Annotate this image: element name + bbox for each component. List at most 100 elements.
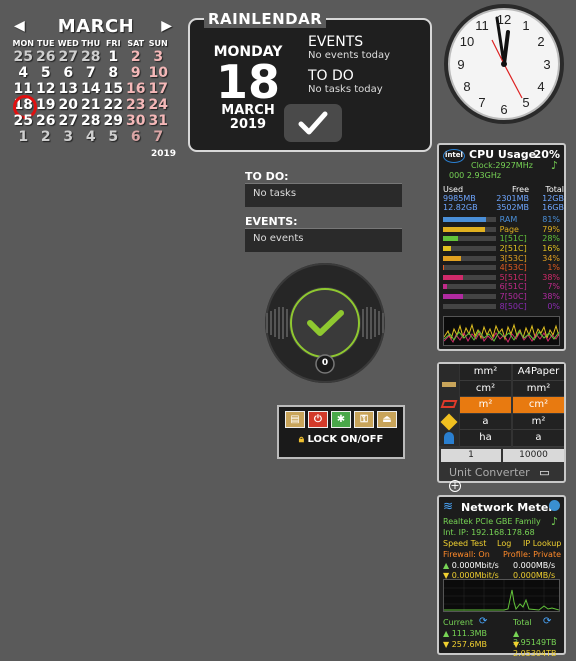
unit-input-to[interactable]: 10000 <box>503 449 564 462</box>
network-history-graph <box>443 579 560 612</box>
round-status-widget[interactable]: 0 <box>265 263 385 383</box>
calendar-day[interactable]: 6 <box>57 65 80 81</box>
calendar-day[interactable]: 7 <box>80 65 103 81</box>
unit-option[interactable]: A4Paper <box>513 364 564 381</box>
rainlendar-todo-section[interactable]: TO DO No tasks today <box>308 68 383 95</box>
calendar-day[interactable]: 15 <box>102 81 125 97</box>
calendar-day[interactable]: 5 <box>35 65 58 81</box>
ram-total: 12GB <box>542 194 564 203</box>
add-icon[interactable]: + <box>449 480 461 492</box>
area-icon[interactable] <box>440 400 458 408</box>
calendar-day[interactable]: 4 <box>80 129 103 145</box>
log-link[interactable]: Log <box>497 539 511 548</box>
calendar-day[interactable]: 16 <box>125 81 148 97</box>
refresh-current-icon[interactable]: ⟳ <box>479 616 487 627</box>
music-note-icon[interactable]: ♪ <box>551 159 558 172</box>
unit-to-list[interactable]: A4Paper mm² cm² m² a <box>513 364 564 447</box>
rainlendar-date-block: MONDAY 18 MARCH 2019 <box>202 44 294 132</box>
unit-option[interactable]: m² <box>513 413 564 430</box>
speed-test-link[interactable]: Speed Test <box>443 539 486 548</box>
calendar-day[interactable]: 21 <box>80 97 103 113</box>
calendar-day[interactable]: 27 <box>57 49 80 65</box>
folder-icon[interactable]: ▤ <box>285 411 305 428</box>
calendar-day[interactable]: 26 <box>35 49 58 65</box>
events-panel-body[interactable]: No events <box>245 228 402 252</box>
calendar-day[interactable]: 5 <box>102 129 125 145</box>
calendar-day[interactable]: 30 <box>125 113 148 129</box>
gear-icon[interactable]: ✱ <box>331 411 351 428</box>
calendar-day[interactable]: 26 <box>35 113 58 129</box>
chat-icon[interactable]: ▭ <box>539 466 549 479</box>
calendar-day[interactable]: 27 <box>57 113 80 129</box>
calendar-day[interactable]: 25 <box>12 113 35 129</box>
unit-option[interactable]: ha <box>460 430 511 447</box>
lock-widget: ▤ ⏻ ✱ ⚿ ⏏ 🔒︎ LOCK ON/OFF <box>277 405 405 459</box>
calendar-day[interactable]: 2 <box>35 129 58 145</box>
globe-icon[interactable] <box>549 500 560 511</box>
calendar-day[interactable]: 7 <box>147 129 170 145</box>
unit-option[interactable]: cm² <box>513 397 564 414</box>
current-up: ▲ 111.3MB <box>443 629 487 638</box>
calendar-header: ◀ MARCH ▶ <box>12 16 180 38</box>
calendar-day[interactable]: 1 <box>102 49 125 65</box>
unit-option[interactable]: mm² <box>460 364 511 381</box>
cpu-bar-fill <box>443 265 444 271</box>
ruler-icon[interactable] <box>442 382 456 387</box>
volume-icon[interactable] <box>440 413 458 431</box>
todo-panel-body[interactable]: No tasks <box>245 183 402 207</box>
unit-option[interactable]: a <box>460 413 511 430</box>
next-month-arrow-icon[interactable]: ▶ <box>161 18 172 34</box>
calendar-day[interactable]: 22 <box>102 97 125 113</box>
calendar-day[interactable]: 25 <box>12 49 35 65</box>
calendar-day[interactable]: 2 <box>125 49 148 65</box>
music-note-icon[interactable]: ♪ <box>551 515 558 528</box>
calendar-day[interactable]: 6 <box>125 129 148 145</box>
calendar-day[interactable]: 3 <box>57 129 80 145</box>
calendar-day[interactable]: 12 <box>35 81 58 97</box>
calendar-day[interactable]: 28 <box>80 49 103 65</box>
calendar-day[interactable]: 20 <box>57 97 80 113</box>
calendar-day[interactable]: 24 <box>147 97 170 113</box>
calendar-day[interactable]: 23 <box>125 97 148 113</box>
calendar-day[interactable]: 3 <box>147 49 170 65</box>
calendar-day[interactable]: 1 <box>12 129 35 145</box>
calendar-day-today[interactable]: 18 <box>12 95 37 119</box>
calendar-day[interactable]: 13 <box>57 81 80 97</box>
unit-option[interactable]: mm² <box>513 380 564 397</box>
upload-mbit: 0.000Mbit/s <box>451 561 499 570</box>
lock-toggle-button[interactable]: 🔒︎ LOCK ON/OFF <box>279 434 403 445</box>
calendar-day[interactable]: 4 <box>12 65 35 81</box>
refresh-total-icon[interactable]: ⟳ <box>543 616 551 627</box>
cpu-meter-widget: intel CPU Usage 20% Clock:2927MHz 000 2.… <box>437 143 566 351</box>
calendar-day[interactable]: 14 <box>80 81 103 97</box>
unit-input-from[interactable]: 1 <box>441 449 501 462</box>
calendar-day[interactable]: 19 <box>35 97 58 113</box>
ip-lookup-link[interactable]: IP Lookup <box>523 539 561 548</box>
rainlendar-events-section[interactable]: EVENTS No events today <box>308 34 390 61</box>
person-icon[interactable] <box>444 432 454 444</box>
calendar-day[interactable]: 29 <box>102 113 125 129</box>
mem-header-free: Free <box>512 185 529 194</box>
calendar-day[interactable]: 10 <box>147 65 170 81</box>
unit-option[interactable]: m² <box>460 397 511 414</box>
checkmark-button[interactable] <box>284 104 342 142</box>
unit-option[interactable]: a <box>513 430 564 447</box>
cpu-bar-value: 0% <box>547 301 561 311</box>
svg-text:6: 6 <box>500 102 507 117</box>
unit-converter-title: Unit Converter <box>449 466 530 479</box>
key-icon[interactable]: ⚿ <box>354 411 374 428</box>
svg-text:3: 3 <box>543 57 550 72</box>
power-icon[interactable]: ⏻ <box>308 411 328 428</box>
unit-option[interactable]: cm² <box>460 380 511 397</box>
calendar-day[interactable]: 28 <box>80 113 103 129</box>
unit-from-list[interactable]: mm² cm² m² a ha <box>460 364 511 447</box>
calendar-day[interactable]: 8 <box>102 65 125 81</box>
calendar-day[interactable]: 17 <box>147 81 170 97</box>
cpu-bar-track <box>443 265 496 271</box>
eject-icon[interactable]: ⏏ <box>377 411 397 428</box>
cpu-bar-track <box>443 226 496 232</box>
calendar-day[interactable]: 31 <box>147 113 170 129</box>
upload-mb: 0.000MB/s <box>513 561 556 570</box>
up-arrow-icon: ▲ <box>443 561 450 570</box>
calendar-day[interactable]: 9 <box>125 65 148 81</box>
